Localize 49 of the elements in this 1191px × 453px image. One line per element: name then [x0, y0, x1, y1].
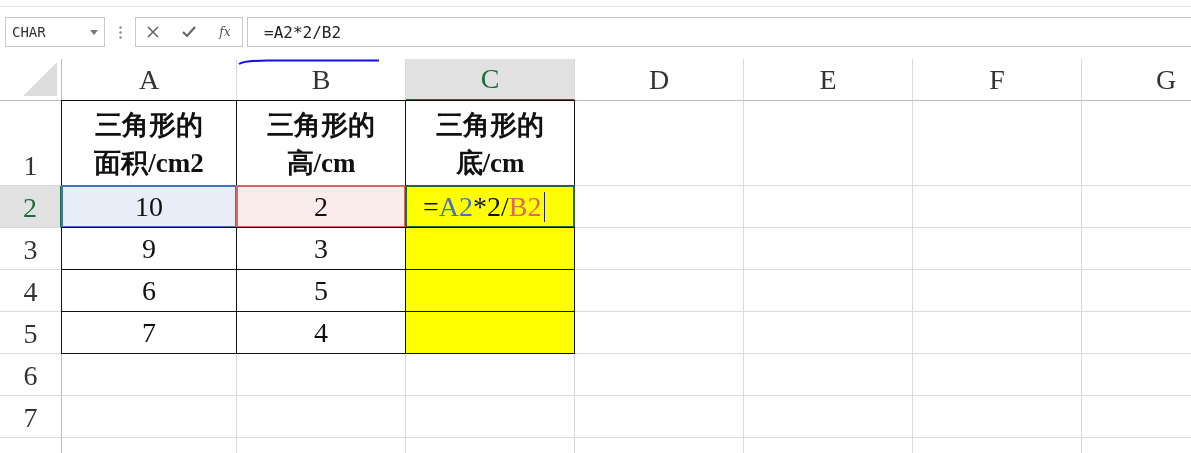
insert-function-button[interactable]: fx [219, 25, 231, 39]
empty-cell[interactable] [575, 354, 744, 396]
select-all-icon[interactable] [23, 62, 57, 96]
check-icon[interactable] [182, 26, 197, 38]
editing-cell[interactable]: =A2*2/B2 [405, 185, 575, 228]
empty-cell[interactable] [744, 101, 913, 186]
column-header[interactable]: C [406, 59, 575, 101]
empty-cell[interactable] [62, 396, 237, 438]
empty-cell[interactable] [744, 186, 913, 228]
more-icon [119, 25, 122, 39]
table-cell: 9 [61, 227, 237, 270]
formula-field[interactable]: =A2*2/B2 [247, 17, 1191, 47]
empty-cell[interactable] [913, 312, 1082, 354]
row-header[interactable]: 3 [0, 228, 62, 270]
empty-cell[interactable] [744, 354, 913, 396]
table-cell: 10 [61, 185, 237, 228]
column-header[interactable]: D [575, 59, 744, 101]
table-cell: 7 [61, 311, 237, 354]
empty-cell[interactable] [406, 354, 575, 396]
empty-cell[interactable] [744, 270, 913, 312]
column-header[interactable]: E [744, 59, 913, 101]
table-cell: 2 [236, 185, 406, 228]
empty-cell[interactable] [913, 396, 1082, 438]
empty-cell[interactable] [237, 354, 406, 396]
row-header[interactable]: 7 [0, 396, 62, 438]
empty-cell[interactable] [406, 396, 575, 438]
empty-cell[interactable] [913, 101, 1082, 186]
empty-cell[interactable] [575, 101, 744, 186]
empty-cell[interactable] [575, 396, 744, 438]
empty-cell[interactable] [913, 354, 1082, 396]
dropdown-icon[interactable] [90, 29, 98, 35]
column-header[interactable]: G [1082, 59, 1191, 101]
row-header[interactable]: 5 [0, 312, 62, 354]
name-box[interactable]: CHAR [5, 17, 105, 47]
empty-cell[interactable] [913, 270, 1082, 312]
table-cell: 三角形的面积/cm2 [61, 100, 237, 186]
empty-cell[interactable] [913, 186, 1082, 228]
empty-cell[interactable] [62, 354, 237, 396]
column-header[interactable]: A [62, 59, 237, 101]
empty-cell[interactable] [744, 396, 913, 438]
empty-cell[interactable] [744, 228, 913, 270]
empty-cell[interactable] [913, 228, 1082, 270]
empty-cell[interactable] [237, 396, 406, 438]
row-header[interactable]: 2 [0, 186, 62, 228]
empty-cell[interactable] [744, 312, 913, 354]
cancel-icon[interactable] [147, 26, 160, 38]
row-header[interactable]: 4 [0, 270, 62, 312]
column-header[interactable]: F [913, 59, 1082, 101]
row-header[interactable]: 6 [0, 354, 62, 396]
